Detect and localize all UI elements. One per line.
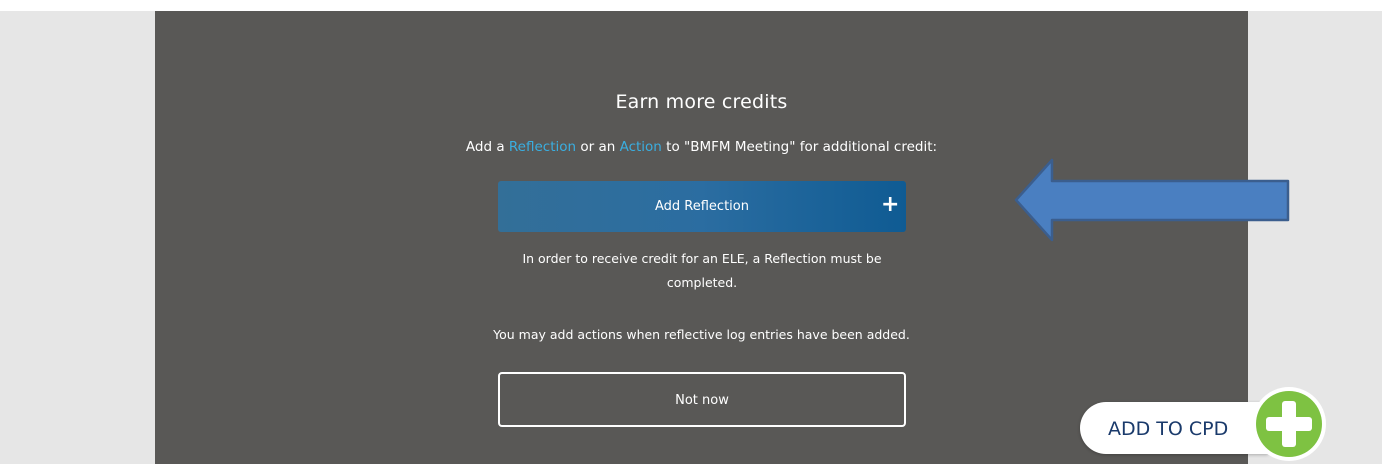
intro-suffix: to "BMFM Meeting" for additional credit:	[661, 139, 938, 155]
top-strip	[0, 0, 1382, 11]
modal-intro: Add a Reflection or an Action to "BMFM M…	[155, 139, 1248, 155]
arrow-left-icon	[1014, 158, 1290, 242]
not-now-label: Not now	[675, 393, 729, 408]
add-reflection-label: Add Reflection	[655, 199, 749, 214]
action-link[interactable]: Action	[620, 139, 662, 155]
modal-title: Earn more credits	[615, 91, 788, 113]
actions-note: You may add actions when reflective log …	[493, 327, 910, 342]
add-to-cpd-button[interactable]: ADD TO CPD	[1080, 402, 1268, 454]
reflection-required-note: In order to receive credit for an ELE, a…	[522, 251, 882, 290]
intro-prefix: Add a	[465, 139, 509, 155]
plus-icon: +	[881, 192, 900, 217]
add-reflection-button[interactable]: Add Reflection +	[498, 181, 906, 232]
reflection-link[interactable]: Reflection	[509, 139, 576, 155]
plus-circle-icon[interactable]	[1250, 384, 1328, 464]
add-to-cpd-label: ADD TO CPD	[1108, 418, 1229, 440]
not-now-button[interactable]: Not now	[498, 372, 906, 427]
intro-middle: or an	[576, 139, 620, 155]
